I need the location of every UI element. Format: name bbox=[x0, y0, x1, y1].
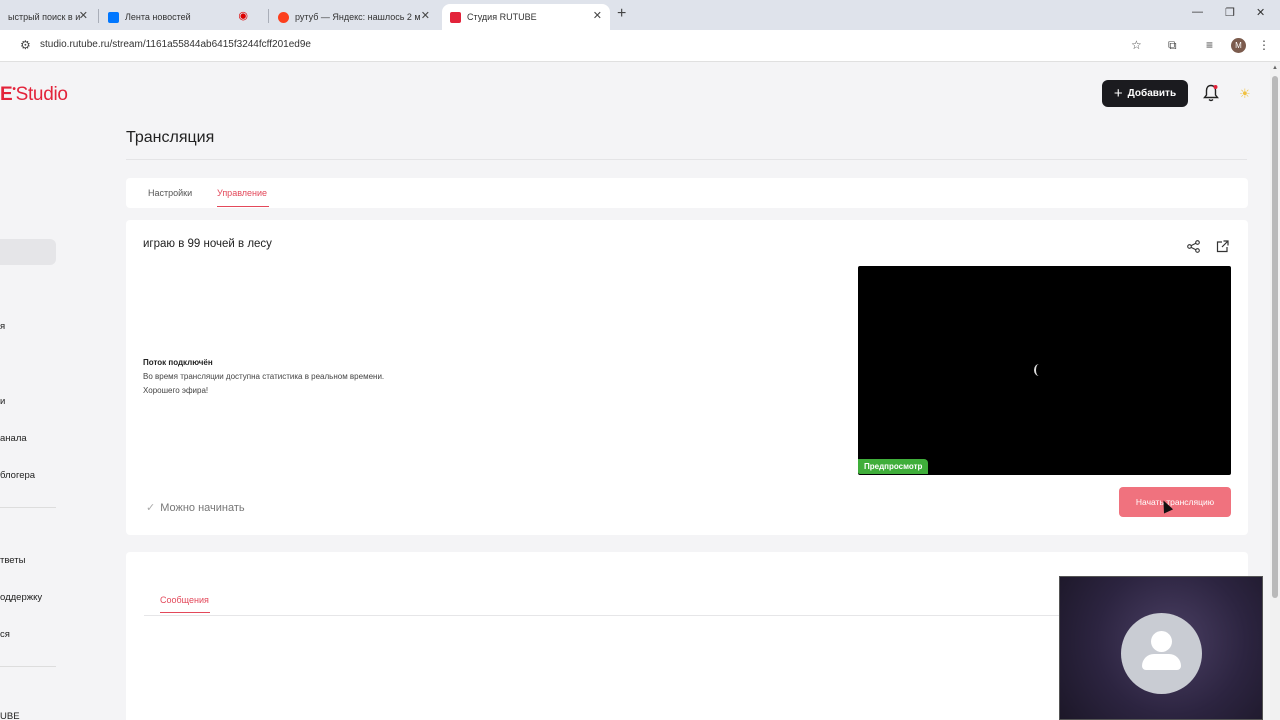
bell-icon[interactable] bbox=[1203, 84, 1219, 102]
stream-status-line: Во время трансляции доступна статистика … bbox=[143, 372, 385, 381]
scroll-up-icon[interactable]: ▲ bbox=[1272, 65, 1278, 71]
divider bbox=[144, 615, 1104, 616]
bookmark-star-icon[interactable]: ☆ bbox=[1131, 38, 1142, 52]
profile-avatar[interactable]: M bbox=[1231, 38, 1246, 53]
browser-tab-2[interactable]: Лента новостей ◉ bbox=[100, 4, 266, 30]
close-icon[interactable]: ✕ bbox=[421, 9, 430, 22]
close-window-icon[interactable]: ✕ bbox=[1256, 6, 1265, 19]
browser-tab-4[interactable]: Студия RUTUBE ✕ bbox=[442, 4, 610, 30]
browser-tab-label: Лента новостей bbox=[125, 12, 191, 22]
tab-settings[interactable]: Настройки bbox=[148, 188, 192, 198]
tab-separator bbox=[98, 9, 99, 23]
restore-icon[interactable]: ❐ bbox=[1225, 6, 1235, 19]
tab-management[interactable]: Управление bbox=[217, 188, 267, 198]
tab-separator bbox=[268, 9, 269, 23]
sidebar-divider bbox=[0, 507, 56, 508]
webcam-overlay bbox=[1059, 576, 1263, 720]
browser-tab-3[interactable]: рутуб — Яндекс: нашлось 2 м ✕ bbox=[270, 4, 438, 30]
close-icon[interactable]: ✕ bbox=[593, 9, 602, 22]
address-bar: ⚙ studio.rutube.ru/stream/1161a55844ab64… bbox=[0, 30, 1280, 62]
rutube-studio-logo[interactable]: E•Studio bbox=[0, 84, 68, 106]
sidebar-item[interactable]: анала bbox=[0, 433, 27, 444]
sidebar-divider bbox=[0, 666, 56, 667]
check-icon: ✓ bbox=[146, 502, 156, 514]
rutube-icon bbox=[450, 11, 461, 23]
browser-tab-label: Студия RUTUBE bbox=[467, 12, 537, 22]
vk-icon bbox=[108, 11, 119, 23]
minimize-icon[interactable]: — bbox=[1192, 6, 1203, 18]
theme-icon[interactable]: ☀ bbox=[1239, 86, 1251, 102]
browser-tabbar: ыстрый поиск в и ✕ Лента новостей ◉ руту… bbox=[0, 0, 1280, 30]
yandex-icon bbox=[278, 11, 289, 23]
share-icon[interactable] bbox=[1187, 240, 1200, 253]
page-scrollbar[interactable]: ▲ bbox=[1270, 62, 1280, 720]
tab-messages[interactable]: Сообщения bbox=[160, 595, 209, 605]
stream-status-line: Хорошего эфира! bbox=[143, 386, 209, 395]
ready-label: Можно начинать bbox=[160, 501, 245, 514]
menu-icon[interactable]: ⋮ bbox=[1258, 38, 1270, 52]
plus-icon: + bbox=[1113, 85, 1123, 102]
site-settings-icon[interactable]: ⚙ bbox=[20, 38, 31, 52]
stream-title: играю в 99 ночей в лесу bbox=[143, 238, 272, 250]
sidebar-item-active[interactable] bbox=[0, 239, 56, 265]
add-button-label: Добавить bbox=[1127, 88, 1177, 99]
browser-tab-1[interactable]: ыстрый поиск в и ✕ bbox=[0, 4, 96, 30]
add-button[interactable]: + Добавить bbox=[1102, 80, 1188, 107]
divider bbox=[126, 159, 1247, 160]
close-icon[interactable]: ✕ bbox=[79, 9, 88, 22]
preview-badge: Предпросмотр bbox=[858, 459, 929, 474]
media-icon[interactable]: ≡ bbox=[1206, 38, 1213, 52]
sidebar-item[interactable]: блогера bbox=[0, 470, 35, 481]
sidebar-item[interactable]: оддержку bbox=[0, 592, 42, 603]
sidebar-item[interactable]: UBE bbox=[0, 711, 20, 720]
browser-tab-label: ыстрый поиск в и bbox=[8, 12, 81, 22]
sidebar-item[interactable]: тветы bbox=[0, 555, 25, 566]
video-preview[interactable]: Предпросмотр bbox=[858, 266, 1231, 475]
active-tab-underline bbox=[217, 206, 269, 207]
loading-spinner-icon bbox=[1034, 364, 1044, 376]
logo-prefix: E bbox=[0, 84, 13, 105]
extensions-icon[interactable]: ⧉ bbox=[1168, 38, 1177, 53]
start-stream-button[interactable]: Начать трансляцию bbox=[1119, 487, 1231, 517]
active-tab-underline bbox=[160, 612, 210, 613]
user-icon bbox=[1121, 613, 1202, 694]
stream-status-heading: Поток подключён bbox=[143, 358, 213, 367]
user-icon-head bbox=[1151, 631, 1172, 652]
logo-text: Studio bbox=[15, 84, 68, 105]
new-tab-button[interactable]: + bbox=[617, 5, 626, 23]
ready-status: ✓ Можно начинать bbox=[146, 501, 245, 515]
sidebar-item[interactable]: ся bbox=[0, 629, 10, 640]
stream-card: играю в 99 ночей в лесу Поток подключён … bbox=[126, 220, 1248, 535]
tabs-card: Настройки Управление bbox=[126, 178, 1248, 208]
url-field[interactable]: studio.rutube.ru/stream/1161a55844ab6415… bbox=[40, 39, 311, 50]
external-link-icon[interactable] bbox=[1216, 240, 1229, 253]
sidebar-item[interactable]: я bbox=[0, 321, 5, 332]
scrollbar-thumb[interactable] bbox=[1272, 76, 1278, 598]
recording-icon: ◉ bbox=[238, 10, 248, 22]
sidebar-item[interactable]: и bbox=[0, 396, 5, 407]
user-icon-body bbox=[1142, 654, 1181, 670]
browser-tab-label: рутуб — Яндекс: нашлось 2 м bbox=[295, 12, 421, 22]
page-title: Трансляция bbox=[126, 129, 215, 146]
